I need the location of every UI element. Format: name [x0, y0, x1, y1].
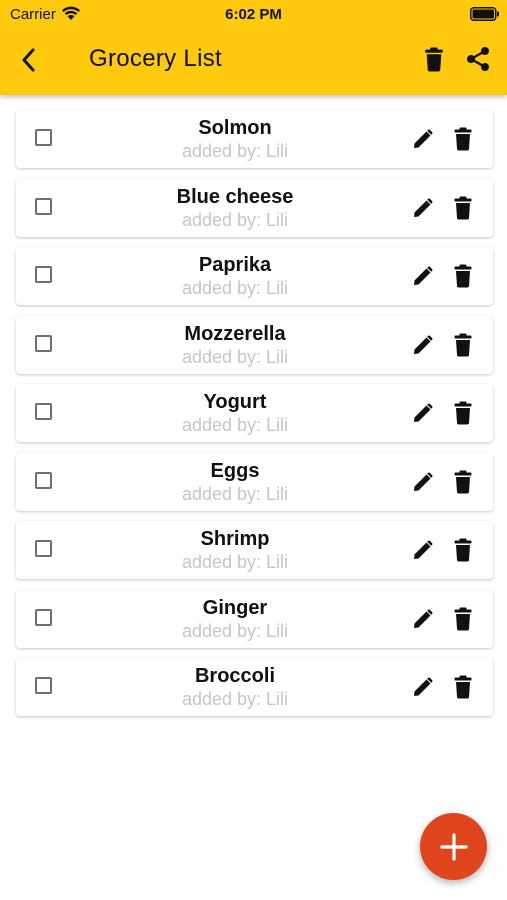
delete-item-button[interactable] [454, 607, 472, 631]
list-item[interactable]: Eggs added by: Lili [16, 452, 493, 511]
edit-item-button[interactable] [412, 128, 434, 150]
pencil-icon [414, 335, 433, 354]
item-text: Solmon added by: Lili [126, 117, 344, 162]
edit-item-button[interactable] [412, 402, 434, 424]
item-added-by: added by: Lili [181, 346, 289, 367]
grocery-list: Solmon added by: Lili Blue cheese added by:… [16, 110, 493, 727]
item-added-by: added by: Lili [181, 278, 289, 298]
pencil-icon [414, 266, 433, 285]
item-added-by: added by: Lili [181, 689, 289, 709]
item-text: Blue cheese added by: Lili [126, 186, 344, 231]
list-item[interactable]: Mozzerella added by: Lili [16, 315, 493, 374]
list-item[interactable]: Solmon added by: Lili [16, 110, 493, 168]
edit-item-button[interactable] [412, 676, 434, 698]
item-added-by: added by: Lili [181, 620, 289, 641]
trash-icon [454, 264, 472, 288]
item-name: Paprika [198, 254, 272, 276]
item-checkbox[interactable] [35, 677, 52, 694]
item-added-by: added by: Lili [181, 209, 289, 230]
trash-icon [454, 333, 472, 356]
trash-icon [454, 470, 472, 493]
item-checkbox[interactable] [35, 403, 52, 420]
edit-item-button[interactable] [412, 471, 434, 493]
delete-item-button[interactable] [454, 333, 472, 357]
edit-item-button[interactable] [412, 334, 434, 356]
item-checkbox[interactable] [35, 471, 52, 489]
item-name: Broccoli [194, 665, 276, 687]
list-item[interactable]: Ginger added by: Lili [16, 589, 493, 648]
item-text: Mozzerella added by: Lili [126, 323, 344, 368]
item-checkbox[interactable] [35, 197, 52, 215]
list-item[interactable]: Shrimp added by: Lili [16, 521, 493, 579]
trash-icon [454, 196, 472, 219]
item-added-by: added by: Lili [181, 415, 289, 435]
edit-item-button[interactable] [412, 539, 434, 561]
delete-item-button[interactable] [454, 127, 472, 151]
item-name: Ginger [202, 596, 268, 619]
status-time: 6:02 PM [225, 6, 282, 23]
delete-item-button[interactable] [454, 538, 472, 562]
trash-icon [454, 607, 472, 630]
item-name: Mozzerella [184, 322, 286, 345]
delete-all-button[interactable] [420, 45, 448, 73]
item-name: Solmon [198, 117, 272, 139]
item-name: Shrimp [200, 528, 270, 550]
edit-item-button[interactable] [412, 608, 434, 630]
pencil-icon [414, 677, 433, 696]
delete-item-button[interactable] [454, 401, 472, 425]
battery-full-icon [470, 7, 499, 21]
pencil-icon [414, 129, 433, 148]
item-added-by: added by: Lili [181, 552, 289, 572]
item-text: Shrimp added by: Lili [126, 528, 344, 573]
back-button[interactable] [13, 44, 45, 76]
item-checkbox[interactable] [35, 129, 52, 146]
pencil-icon [414, 198, 433, 217]
list-item[interactable]: Yogurt added by: Lili [16, 384, 493, 442]
list-item[interactable]: Broccoli added by: Lili [16, 658, 493, 716]
list-item[interactable]: Paprika added by: Lili [16, 247, 493, 305]
item-checkbox[interactable] [35, 540, 52, 557]
item-text: Eggs added by: Lili [126, 460, 344, 505]
trash-icon [454, 127, 472, 151]
item-text: Paprika added by: Lili [126, 254, 344, 299]
trash-icon [454, 401, 472, 425]
pencil-icon [414, 540, 433, 559]
trash-icon [425, 47, 443, 71]
item-text: Yogurt added by: Lili [126, 391, 344, 436]
item-checkbox[interactable] [35, 608, 52, 626]
item-name: Blue cheese [176, 185, 294, 208]
item-added-by: added by: Lili [181, 483, 289, 504]
item-name: Eggs [210, 459, 260, 482]
delete-item-button[interactable] [454, 675, 472, 699]
add-item-button[interactable] [420, 813, 487, 880]
edit-item-button[interactable] [412, 197, 434, 219]
item-text: Ginger added by: Lili [126, 597, 344, 642]
page-title: Grocery List [89, 45, 222, 72]
edit-item-button[interactable] [412, 265, 434, 287]
plus-icon [439, 832, 468, 861]
share-icon [467, 47, 489, 71]
item-added-by: added by: Lili [181, 141, 289, 161]
item-checkbox[interactable] [35, 334, 52, 352]
pencil-icon [414, 472, 433, 491]
status-bar: Carrier 6:02 PM [0, 0, 507, 28]
pencil-icon [414, 403, 433, 422]
delete-item-button[interactable] [454, 196, 472, 220]
app-bar: Carrier 6:02 PM Grocery List [0, 0, 507, 95]
trash-icon [454, 675, 472, 699]
pencil-icon [414, 609, 433, 628]
item-name: Yogurt [203, 391, 267, 413]
item-checkbox[interactable] [35, 266, 52, 283]
share-button[interactable] [463, 45, 493, 73]
trash-icon [454, 538, 472, 562]
chevron-left-icon [22, 48, 35, 72]
list-item[interactable]: Blue cheese added by: Lili [16, 178, 493, 237]
delete-item-button[interactable] [454, 470, 472, 494]
delete-item-button[interactable] [454, 264, 472, 288]
item-text: Broccoli added by: Lili [126, 665, 344, 710]
